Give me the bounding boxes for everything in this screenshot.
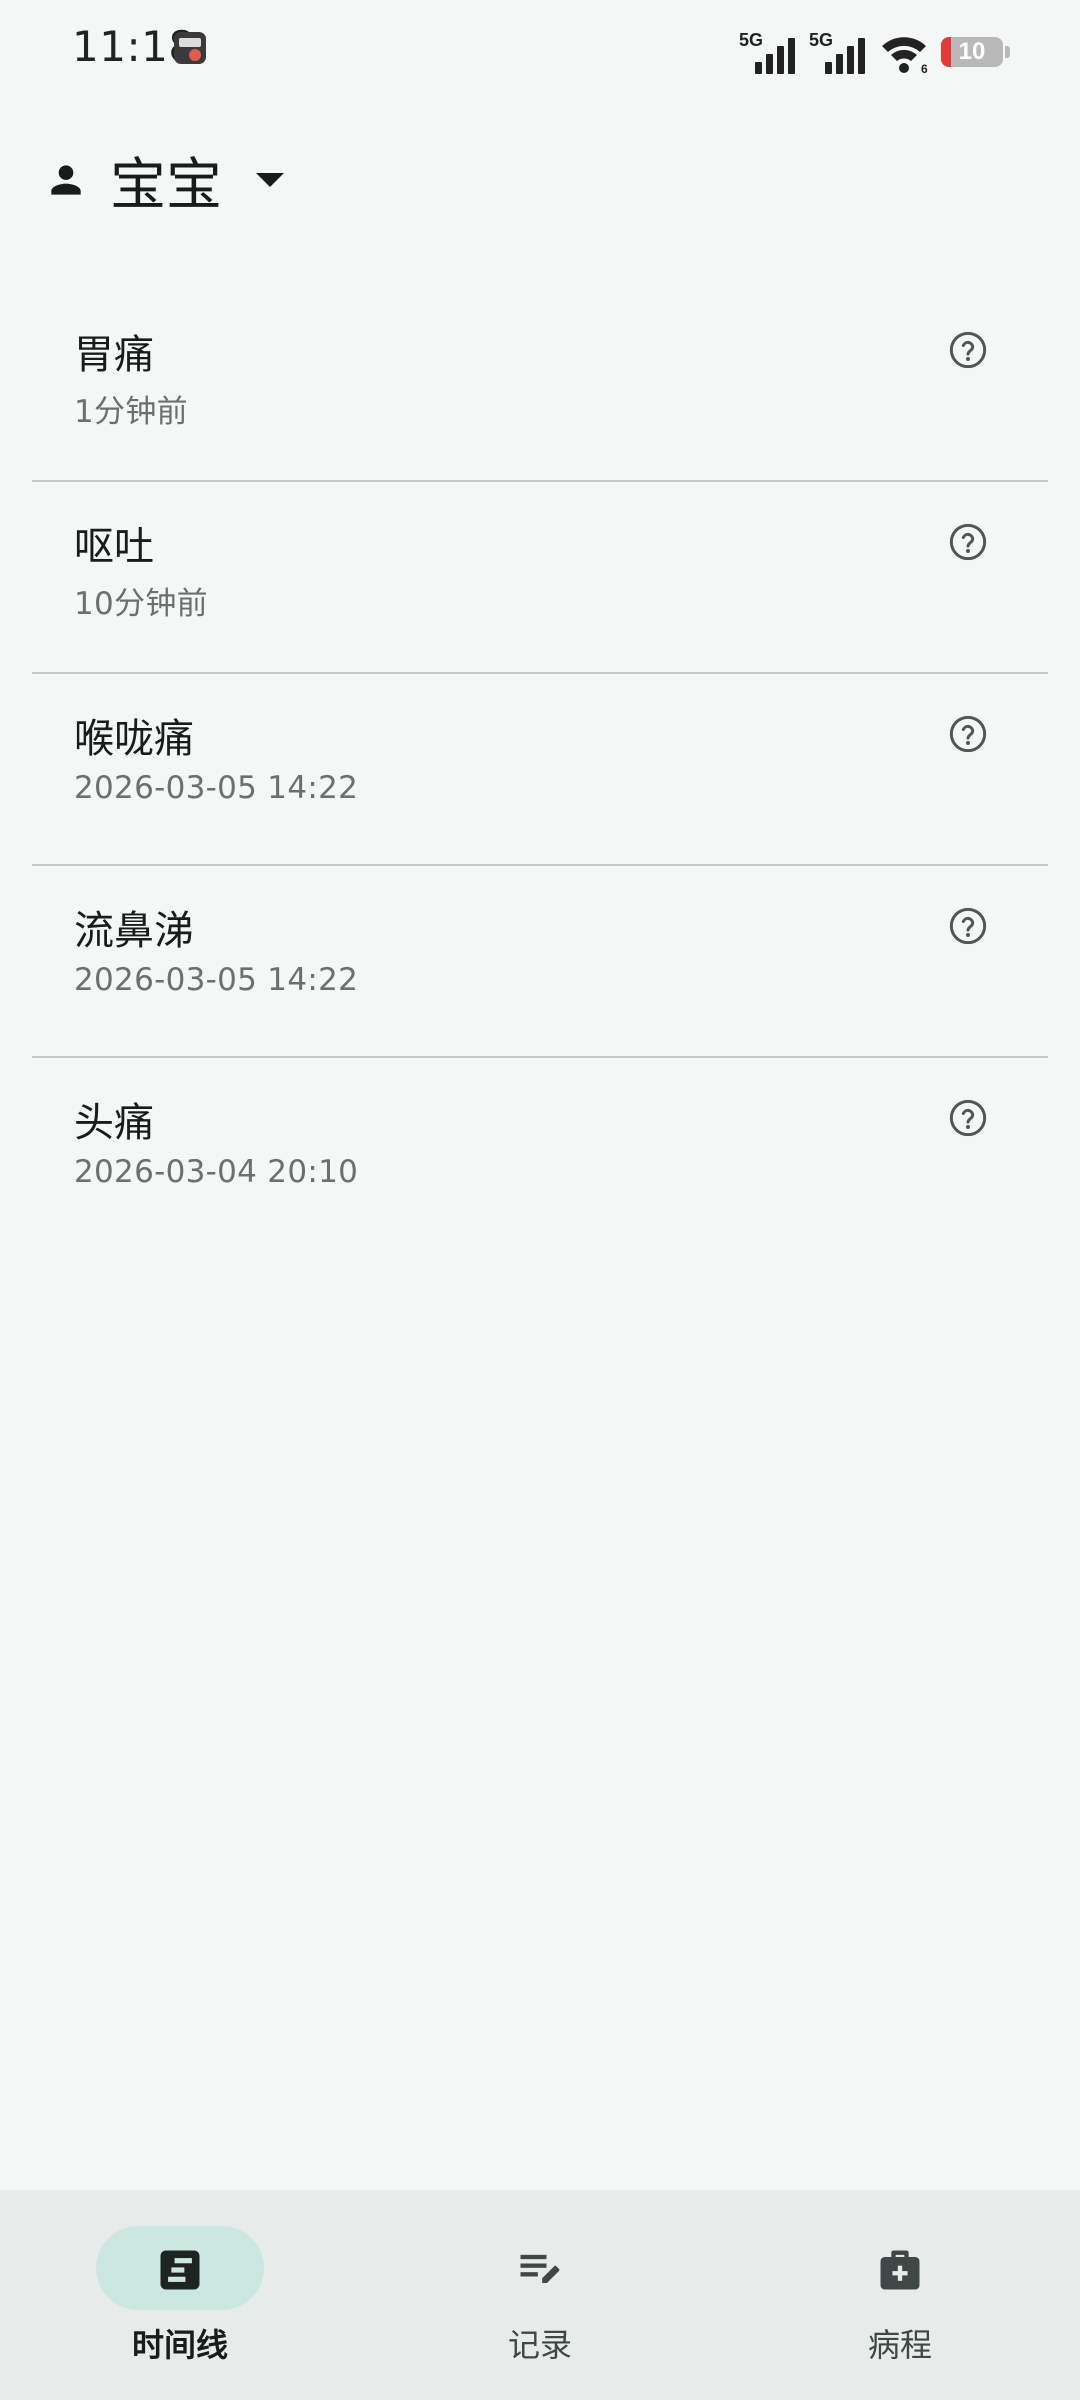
nav-tab-course[interactable]: 病程 [720,2190,1080,2400]
bottom-navigation: 时间线 记录 病程 [0,2190,1080,2400]
edit-note-icon [520,2254,560,2283]
notification-app-icon [174,32,206,64]
nav-label-course: 病程 [867,2326,932,2364]
help-icon[interactable] [948,522,988,562]
dropdown-arrow-icon [256,173,284,187]
nav-label-record: 记录 [507,2326,572,2364]
list-item[interactable]: 流鼻涕 2026-03-05 14:22 [32,866,1048,1058]
app-screen: 11:18 5G 5G 6 10 宝宝 胃痛 1分钟前 呕吐 10分钟前 喉咙痛… [0,0,1080,2400]
profile-name: 宝宝 [110,152,222,218]
nav-tab-timeline[interactable]: 时间线 [0,2190,360,2400]
person-icon [51,165,81,195]
nav-label-timeline: 时间线 [131,2326,228,2364]
symptom-timeline-list: 胃痛 1分钟前 呕吐 10分钟前 喉咙痛 2026-03-05 14:22 流鼻… [32,290,1048,1248]
list-item[interactable]: 喉咙痛 2026-03-05 14:22 [32,674,1048,866]
help-icon[interactable] [948,330,988,370]
timeline-icon [160,2250,200,2290]
cellular-signal-icon: 5G [739,30,797,74]
symptom-title: 头痛 [74,1100,154,1146]
help-icon[interactable] [948,1098,988,1138]
symptom-time: 2026-03-05 14:22 [74,770,359,806]
help-icon[interactable] [948,906,988,946]
medical-bag-icon [880,2250,920,2290]
list-item[interactable]: 呕吐 10分钟前 [32,482,1048,674]
battery-level: 10 [958,38,986,65]
list-item[interactable]: 头痛 2026-03-04 20:10 [32,1058,1048,1248]
help-icon[interactable] [948,714,988,754]
wifi-badge: 6 [921,62,928,74]
symptom-time: 10分钟前 [74,586,208,622]
symptom-title: 呕吐 [74,524,154,570]
wifi-icon: 6 [879,30,929,76]
profile-selector[interactable]: 宝宝 [44,140,284,220]
list-item[interactable]: 胃痛 1分钟前 [32,290,1048,482]
status-indicators: 5G 5G 6 10 [739,26,1010,76]
network-type-label-2: 5G [809,30,834,50]
nav-tab-record[interactable]: 记录 [360,2190,720,2400]
symptom-title: 胃痛 [74,332,154,378]
status-bar: 11:18 5G 5G 6 10 [0,0,1080,96]
symptom-time: 2026-03-04 20:10 [74,1154,359,1190]
cellular-signal-icon-2: 5G [809,30,867,74]
symptom-title: 喉咙痛 [74,716,194,762]
symptom-time: 1分钟前 [74,394,188,430]
battery-icon: 10 [941,37,1003,67]
symptom-title: 流鼻涕 [74,908,194,954]
symptom-time: 2026-03-05 14:22 [74,962,359,998]
network-type-label: 5G [739,30,764,50]
